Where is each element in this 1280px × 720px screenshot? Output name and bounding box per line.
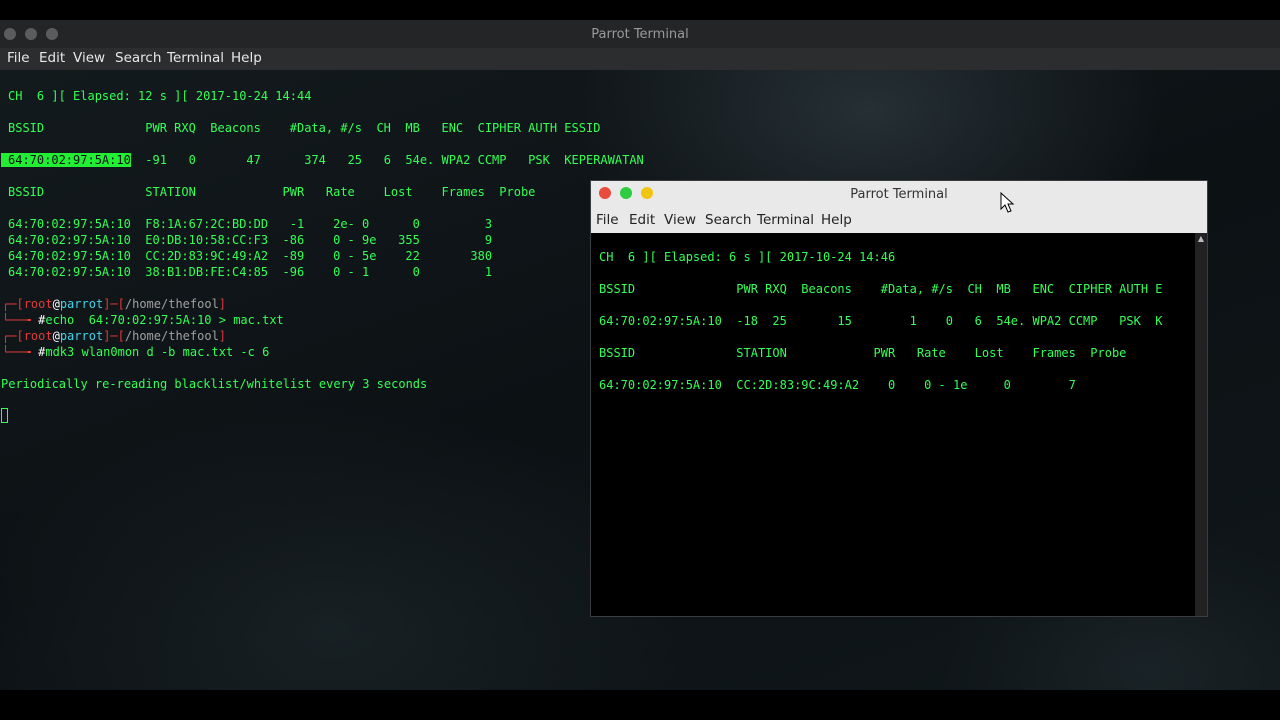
selected-bssid: 64:70:02:97:5A:10 bbox=[1, 153, 131, 167]
prompt-user: root bbox=[23, 329, 53, 343]
prompt-at: @ bbox=[52, 329, 60, 343]
prompt-host: parrot bbox=[59, 329, 104, 343]
prompt-line: ┌─[root@parrot]─[/home/thefool] bbox=[2, 297, 227, 311]
scrollbar[interactable]: ▲ bbox=[1195, 233, 1207, 616]
command-text: mdk3 wlan0mon d -b mac.txt -c 6 bbox=[45, 345, 270, 359]
prompt-user: root bbox=[23, 297, 53, 311]
status-line: CH 6 ][ Elapsed: 12 s ][ 2017-10-24 14:4… bbox=[8, 89, 312, 103]
ap-header: BSSID PWR RXQ Beacons #Data, #/s CH MB E… bbox=[8, 121, 601, 135]
station-row: 64:70:02:97:5A:10 CC:2D:83:9C:49:A2 0 0 … bbox=[599, 378, 1076, 392]
scroll-up-icon[interactable]: ▲ bbox=[1197, 233, 1205, 245]
ap-row-rest: -91 0 47 374 25 6 54e. WPA2 CCMP PSK KEP… bbox=[130, 153, 644, 167]
letterbox-top bbox=[0, 0, 1280, 20]
station-header: BSSID STATION PWR Rate Lost Frames Probe bbox=[8, 185, 536, 199]
command-line: └──╼ #echo 64:70:02:97:5A:10 > mac.txt bbox=[2, 313, 284, 327]
prompt-at: @ bbox=[52, 297, 60, 311]
ap-row: 64:70:02:97:5A:10 -91 0 47 374 25 6 54e.… bbox=[1, 152, 644, 168]
station-row: 64:70:02:97:5A:10 F8:1A:67:2C:BD:DD -1 2… bbox=[8, 217, 493, 231]
ap-row: 64:70:02:97:5A:10 -18 25 15 1 0 6 54e. W… bbox=[599, 314, 1163, 328]
command-text: echo 64:70:02:97:5A:10 > mac.txt bbox=[45, 313, 284, 327]
station-header: BSSID STATION PWR Rate Lost Frames Probe bbox=[599, 346, 1127, 360]
prompt-line: ┌─[root@parrot]─[/home/thefool] bbox=[2, 329, 227, 343]
second-terminal-output[interactable]: CH 6 ][ Elapsed: 6 s ][ 2017-10-24 14:46… bbox=[591, 181, 1195, 616]
station-row: 64:70:02:97:5A:10 CC:2D:83:9C:49:A2 -89 … bbox=[8, 249, 493, 263]
ap-header: BSSID PWR RXQ Beacons #Data, #/s CH MB E… bbox=[599, 282, 1163, 296]
mdk3-output: Periodically re-reading blacklist/whitel… bbox=[1, 377, 428, 391]
letterbox-bottom bbox=[0, 690, 1280, 720]
command-line: └──╼ #mdk3 wlan0mon d -b mac.txt -c 6 bbox=[2, 345, 270, 359]
second-terminal-window[interactable]: Parrot Terminal File Edit View Search Te… bbox=[590, 180, 1208, 617]
prompt-path: /home/thefool bbox=[124, 329, 219, 343]
terminal-cursor bbox=[1, 408, 8, 423]
station-row: 64:70:02:97:5A:10 38:B1:DB:FE:C4:85 -96 … bbox=[8, 265, 493, 279]
prompt-host: parrot bbox=[59, 297, 104, 311]
station-row: 64:70:02:97:5A:10 E0:DB:10:58:CC:F3 -86 … bbox=[8, 233, 493, 247]
prompt-path: /home/thefool bbox=[124, 297, 219, 311]
status-line: CH 6 ][ Elapsed: 6 s ][ 2017-10-24 14:46 bbox=[599, 250, 896, 264]
